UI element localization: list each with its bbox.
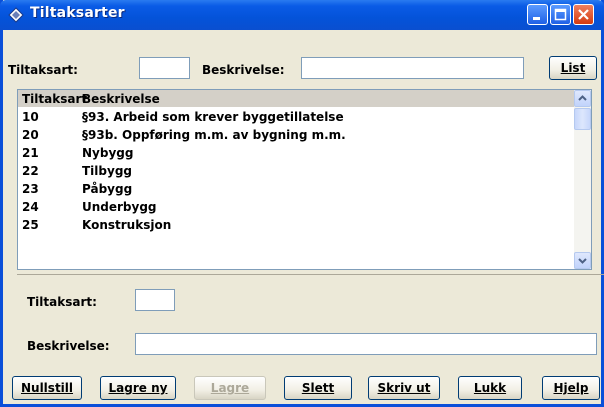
chevron-down-icon	[578, 258, 587, 264]
row-description: Tilbygg	[82, 164, 133, 178]
minimize-icon	[533, 17, 540, 20]
row-description: §93b. Oppføring m.m. av bygning m.m.	[82, 128, 346, 142]
detail-tiltaksart-input[interactable]	[135, 289, 175, 311]
list-row[interactable]: 24 Underbygg	[18, 198, 574, 216]
filter-tiltaksart-label: Tiltaksart:	[8, 63, 78, 77]
row-code: 22	[22, 164, 39, 178]
detail-beskrivelse-label: Beskrivelse:	[27, 339, 110, 353]
lagre-button[interactable]: Lagre	[194, 376, 266, 400]
scroll-thumb[interactable]	[574, 108, 591, 130]
row-description: Konstruksjon	[82, 218, 172, 232]
detail-beskrivelse-input[interactable]	[135, 333, 597, 355]
list-row[interactable]: 22 Tilbygg	[18, 162, 574, 180]
list-row[interactable]: 23 Påbygg	[18, 180, 574, 198]
row-code: 10	[22, 110, 39, 124]
filter-beskrivelse-input[interactable]	[301, 57, 524, 79]
tiltaksart-list[interactable]: Tiltaksart Beskrivelse 10 §93. Arbeid som…	[17, 89, 592, 270]
list-header: Tiltaksart Beskrivelse	[18, 90, 574, 107]
column-header-beskrivelse[interactable]: Beskrivelse	[82, 92, 160, 106]
lagre-ny-button[interactable]: Lagre ny	[100, 376, 176, 400]
nullstill-button[interactable]: Nullstill	[12, 376, 82, 400]
column-header-tiltaksart[interactable]: Tiltaksart	[22, 92, 87, 106]
hjelp-button[interactable]: Hjelp	[542, 376, 600, 400]
maximize-button[interactable]	[550, 4, 571, 25]
row-code: 23	[22, 182, 39, 196]
vertical-scrollbar[interactable]	[574, 90, 591, 269]
maximize-icon	[554, 8, 567, 21]
app-icon	[8, 7, 24, 23]
slett-button[interactable]: Slett	[284, 376, 352, 400]
row-code: 25	[22, 218, 39, 232]
row-description: §93. Arbeid som krever byggetillatelse	[82, 110, 344, 124]
tiltaksarter-window: Tiltaksarter Tiltaksart: Beskrivelse: Li…	[0, 0, 604, 407]
lukk-button[interactable]: Lukk	[458, 376, 522, 400]
row-code: 24	[22, 200, 39, 214]
close-button[interactable]	[573, 4, 594, 25]
row-description: Påbygg	[82, 182, 133, 196]
detail-panel	[17, 274, 604, 372]
list-row[interactable]: 25 Konstruksjon	[18, 216, 574, 234]
chevron-up-icon	[578, 95, 587, 101]
title-bar[interactable]: Tiltaksarter	[0, 0, 604, 30]
list-row[interactable]: 10 §93. Arbeid som krever byggetillatelse	[18, 108, 574, 126]
filter-beskrivelse-label: Beskrivelse:	[202, 63, 285, 77]
skriv-ut-button[interactable]: Skriv ut	[368, 376, 440, 400]
row-code: 21	[22, 146, 39, 160]
row-code: 20	[22, 128, 39, 142]
row-description: Underbygg	[82, 200, 157, 214]
row-description: Nybygg	[82, 146, 134, 160]
minimize-button[interactable]	[527, 4, 548, 25]
filter-tiltaksart-input[interactable]	[139, 57, 190, 79]
window-title: Tiltaksarter	[30, 5, 125, 21]
list-button[interactable]: List	[549, 56, 597, 80]
detail-tiltaksart-label: Tiltaksart:	[27, 295, 97, 309]
scroll-up-button[interactable]	[574, 90, 591, 107]
close-icon	[578, 9, 589, 20]
list-row[interactable]: 20 §93b. Oppføring m.m. av bygning m.m.	[18, 126, 574, 144]
list-row[interactable]: 21 Nybygg	[18, 144, 574, 162]
scroll-down-button[interactable]	[574, 252, 591, 269]
